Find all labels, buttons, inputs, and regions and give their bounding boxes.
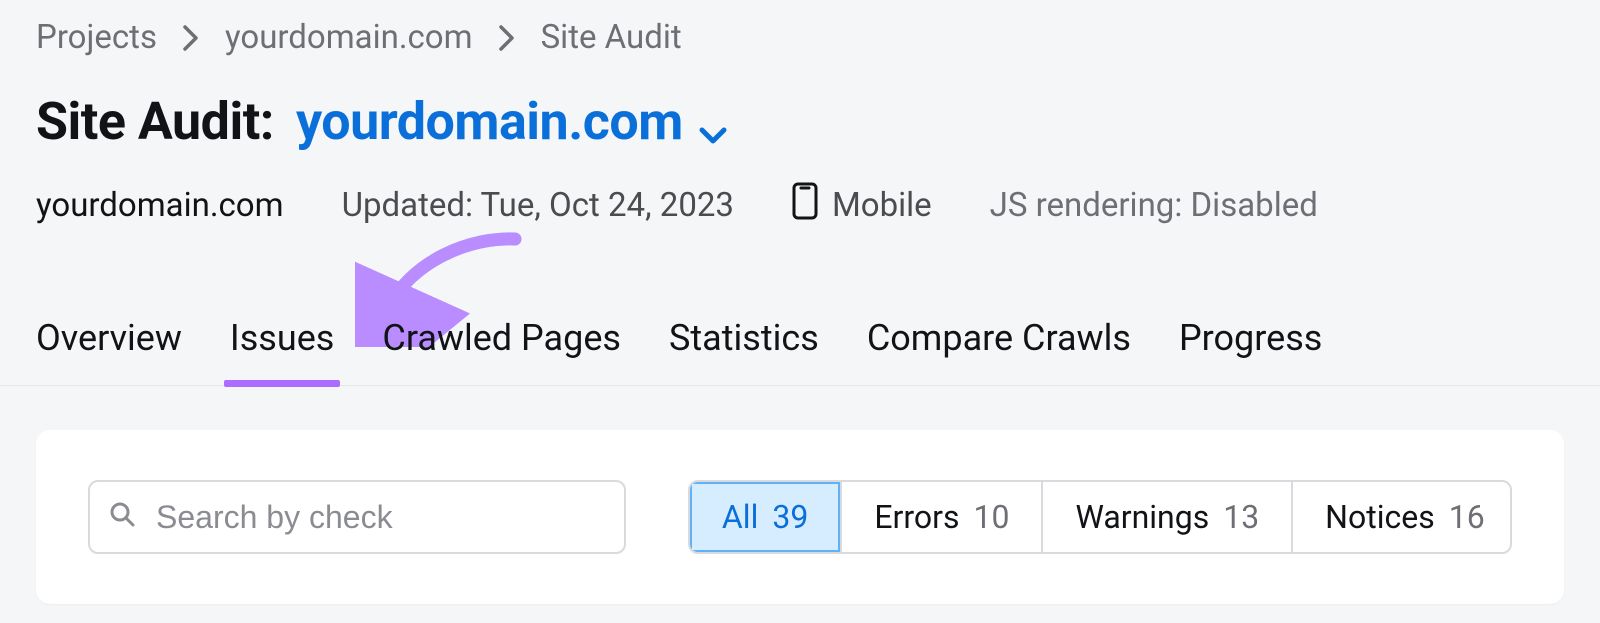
meta-domain: yourdomain.com [36,186,284,225]
meta-device: Mobile [792,182,932,229]
breadcrumb: Projects yourdomain.com Site Audit [0,0,1600,57]
filter-errors[interactable]: Errors 10 [842,482,1043,552]
tabs: Overview Issues Crawled Pages Statistics Com… [0,317,1600,386]
tab-crawled-pages[interactable]: Crawled Pages [382,317,621,385]
search-input[interactable] [154,498,606,537]
search-input-wrap[interactable] [88,480,626,554]
breadcrumb-item-domain[interactable]: yourdomain.com [225,18,473,57]
filter-count: 39 [772,498,808,536]
chevron-right-icon [183,25,199,51]
page-title: Site Audit: yourdomain.com [0,57,1600,152]
filter-label: Warnings [1075,498,1209,536]
domain-selector[interactable]: yourdomain.com [296,91,727,152]
filter-warnings[interactable]: Warnings 13 [1043,482,1293,552]
filter-count: 10 [974,498,1010,536]
meta-js: JS rendering: Disabled [990,186,1318,225]
filter-label: Notices [1325,498,1435,536]
tab-statistics[interactable]: Statistics [669,317,819,385]
domain-selector-label: yourdomain.com [296,91,683,152]
breadcrumb-item-projects[interactable]: Projects [36,18,157,57]
filter-count: 13 [1223,498,1259,536]
mobile-icon [792,182,818,229]
issues-panel: All 39 Errors 10 Warnings 13 Notices 16 [36,430,1564,604]
breadcrumb-item-current: Site Audit [541,18,682,57]
filter-segment: All 39 Errors 10 Warnings 13 Notices 16 [688,480,1512,554]
chevron-down-icon [699,97,727,158]
filter-count: 16 [1449,498,1485,536]
chevron-right-icon [499,25,515,51]
search-icon [108,498,136,536]
page-title-prefix: Site Audit: [36,91,274,152]
meta-row: yourdomain.com Updated: Tue, Oct 24, 202… [0,152,1600,229]
tab-progress[interactable]: Progress [1179,317,1322,385]
filter-label: Errors [874,498,959,536]
tab-overview[interactable]: Overview [36,317,182,385]
filter-label: All [722,498,758,536]
tab-issues[interactable]: Issues [230,317,334,385]
meta-device-label: Mobile [832,186,932,225]
filter-notices[interactable]: Notices 16 [1293,482,1512,552]
meta-updated: Updated: Tue, Oct 24, 2023 [342,186,734,225]
filter-all[interactable]: All 39 [690,482,842,552]
tab-compare-crawls[interactable]: Compare Crawls [867,317,1131,385]
